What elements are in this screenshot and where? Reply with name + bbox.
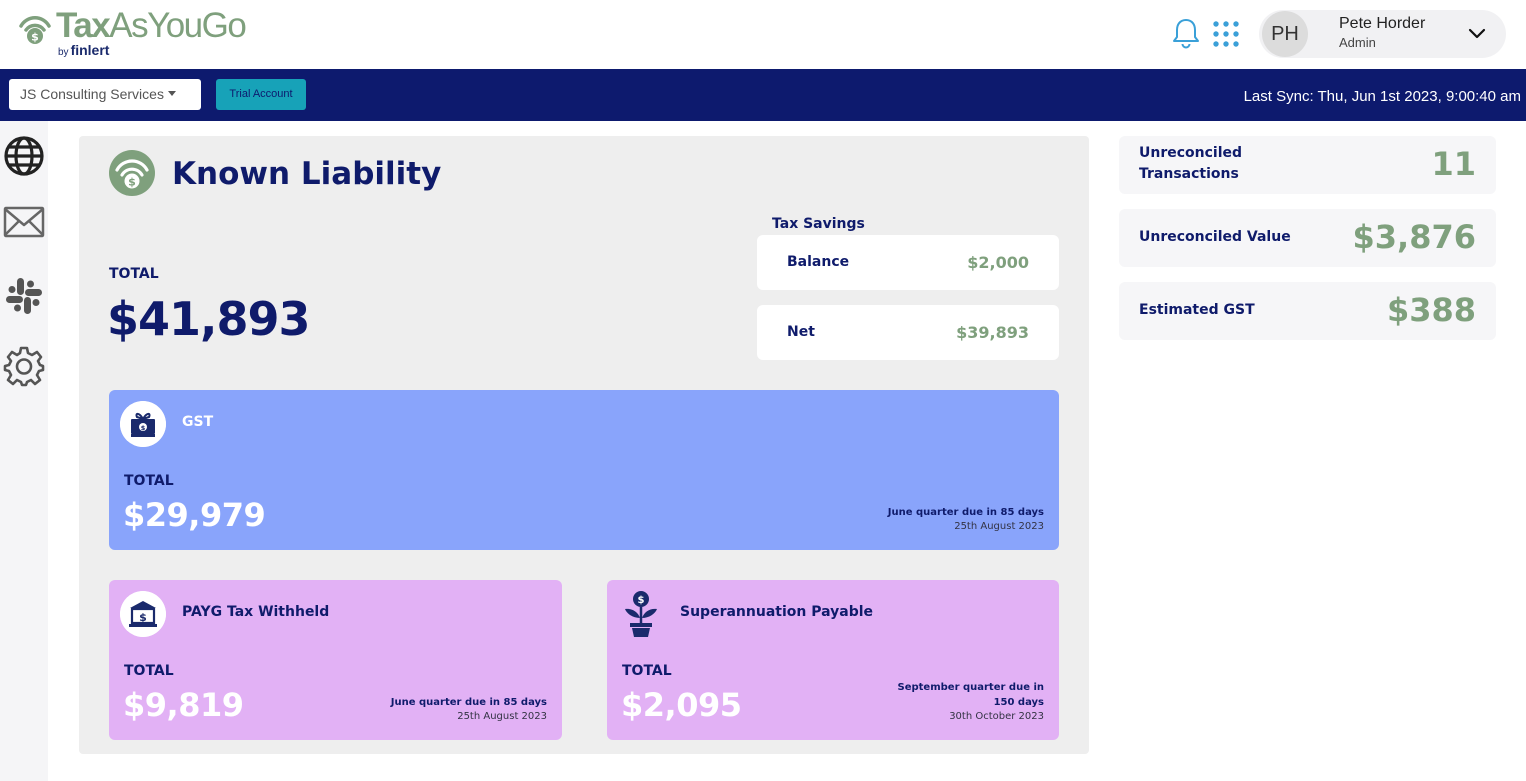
bell-icon[interactable] [1170, 16, 1202, 50]
balance-label: Balance [787, 254, 850, 270]
superannuation-name: Superannuation Payable [680, 604, 874, 620]
net-label: Net [787, 324, 815, 340]
globe-icon[interactable] [3, 135, 45, 177]
estimated-gst-value: $388 [1386, 291, 1476, 329]
known-liability-panel: $ Known Liability TOTAL $41,893 Tax Savi… [79, 136, 1089, 754]
wifi-dollar-icon: $ [19, 16, 51, 44]
svg-text:$: $ [141, 424, 146, 432]
gst-total-label: TOTAL [124, 473, 174, 489]
gst-total-value: $29,979 [123, 496, 266, 534]
tax-as-you-go-logo[interactable]: $ TaxAsYouGo by finlert [18, 6, 288, 64]
tax-savings-net-card: Net $39,893 [757, 305, 1059, 360]
superannuation-total-label: TOTAL [622, 663, 672, 679]
net-value: $39,893 [956, 323, 1029, 342]
balance-value: $2,000 [967, 253, 1029, 272]
trial-account-button[interactable]: Trial Account [216, 79, 306, 110]
user-name: Pete Horder [1339, 15, 1426, 32]
payg-card[interactable]: $ PAYG Tax Withheld TOTAL $9,819 June qu… [109, 580, 562, 740]
user-role: Admin [1339, 35, 1376, 50]
sidebar [0, 121, 48, 781]
payg-total-value: $9,819 [123, 686, 244, 724]
unreconciled-transactions-label: Unreconciled Transactions [1139, 145, 1243, 182]
chevron-down-icon[interactable] [1467, 24, 1487, 44]
unreconciled-transactions-card[interactable]: Unreconciled Transactions 11 [1119, 136, 1496, 194]
svg-text:$: $ [128, 176, 136, 189]
gst-due-text: June quarter due in 85 days [887, 507, 1044, 518]
gst-due-date: 25th August 2023 [954, 521, 1044, 532]
estimated-gst-card[interactable]: Estimated GST $388 [1119, 282, 1496, 340]
logo-wordmark: TaxAsYouGo [56, 6, 247, 45]
tax-savings-heading: Tax Savings [772, 216, 865, 232]
company-select[interactable]: JS Consulting Services [9, 79, 201, 110]
superannuation-due-line1: September quarter due in [897, 682, 1045, 693]
top-header: $ TaxAsYouGo by finlert PH Pete Horder Ad… [0, 0, 1526, 69]
wifi-dollar-icon: $ [109, 150, 155, 196]
company-select-label: JS Consulting Services [20, 86, 164, 102]
gst-name: GST [182, 414, 214, 430]
svg-text:$: $ [139, 611, 147, 624]
total-label: TOTAL [109, 266, 159, 282]
logo-byline: by finlert [58, 42, 110, 58]
slack-icon[interactable] [3, 275, 45, 317]
gst-gift-icon: $ [120, 401, 166, 447]
last-sync-status: Last Sync: Thu, Jun 1st 2023, 9:00:40 am [1243, 88, 1521, 105]
payg-name: PAYG Tax Withheld [182, 604, 330, 620]
gear-icon[interactable] [3, 345, 45, 387]
superannuation-card[interactable]: $ Superannuation Payable TOTAL $2,095 Se… [607, 580, 1059, 740]
svg-text:$: $ [638, 595, 645, 606]
superannuation-total-value: $2,095 [621, 686, 742, 724]
payg-due-text: June quarter due in 85 days [390, 697, 547, 708]
tax-savings-balance-card: Balance $2,000 [757, 235, 1059, 290]
user-menu[interactable]: PH Pete Horder Admin [1259, 10, 1506, 58]
avatar: PH [1262, 11, 1308, 57]
unreconciled-value-card[interactable]: Unreconciled Value $3,876 [1119, 209, 1496, 267]
unreconciled-value-label: Unreconciled Value [1139, 229, 1291, 245]
navigation-bar: JS Consulting Services Trial Account Las… [0, 69, 1526, 121]
payg-total-label: TOTAL [124, 663, 174, 679]
bank-dollar-icon: $ [120, 591, 166, 637]
superannuation-due-line2: 150 days [993, 697, 1044, 708]
page-title: Known Liability [172, 156, 442, 192]
money-plant-icon: $ [625, 591, 657, 637]
total-value: $41,893 [107, 292, 311, 346]
unreconciled-value: $3,876 [1352, 218, 1476, 256]
estimated-gst-label: Estimated GST [1139, 302, 1255, 318]
mail-icon[interactable] [3, 201, 45, 243]
apps-grid-icon[interactable] [1212, 20, 1240, 48]
payg-due-date: 25th August 2023 [457, 711, 547, 722]
caret-down-icon [167, 91, 176, 96]
gst-card[interactable]: $ GST TOTAL $29,979 June quarter due in … [109, 390, 1059, 550]
unreconciled-transactions-value: 11 [1431, 145, 1476, 183]
svg-text:$: $ [31, 31, 39, 44]
superannuation-due-date: 30th October 2023 [949, 711, 1044, 722]
